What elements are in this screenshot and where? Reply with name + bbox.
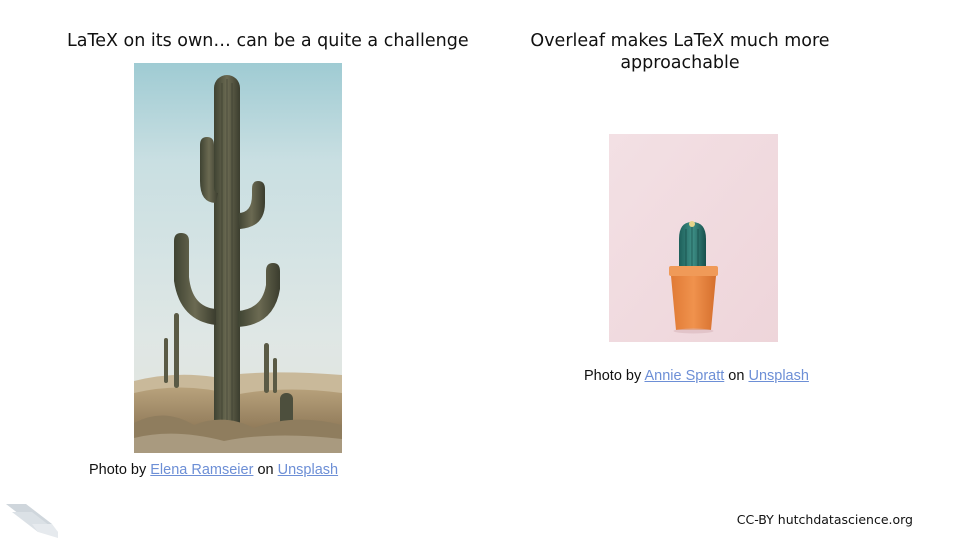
potted-cactus-illustration: [609, 134, 778, 342]
right-slide-title: Overleaf makes LaTeX much more approacha…: [530, 31, 830, 73]
left-credit-middle: on: [253, 462, 278, 478]
right-site-link[interactable]: Unsplash: [748, 368, 808, 384]
license-footer: CC-BY hutchdatascience.org: [736, 512, 913, 527]
right-credit-prefix: Photo by: [584, 368, 645, 384]
saguaro-cactus-illustration: [134, 63, 342, 453]
left-slide-title: LaTeX on its own… can be a quite a chall…: [67, 31, 469, 51]
left-credit-prefix: Photo by: [89, 462, 151, 478]
hutch-logo-icon: [4, 500, 62, 544]
right-photo-credit: Photo by Annie Spratt on Unsplash: [584, 368, 809, 384]
left-site-link[interactable]: Unsplash: [278, 462, 338, 478]
left-author-link[interactable]: Elena Ramseier: [150, 462, 253, 478]
potted-cactus-photo: [609, 134, 778, 342]
right-credit-middle: on: [724, 368, 749, 384]
left-photo-credit: Photo by Elena Ramseier on Unsplash: [89, 462, 338, 478]
saguaro-cactus-photo: [134, 63, 342, 453]
right-author-link[interactable]: Annie Spratt: [644, 368, 724, 384]
